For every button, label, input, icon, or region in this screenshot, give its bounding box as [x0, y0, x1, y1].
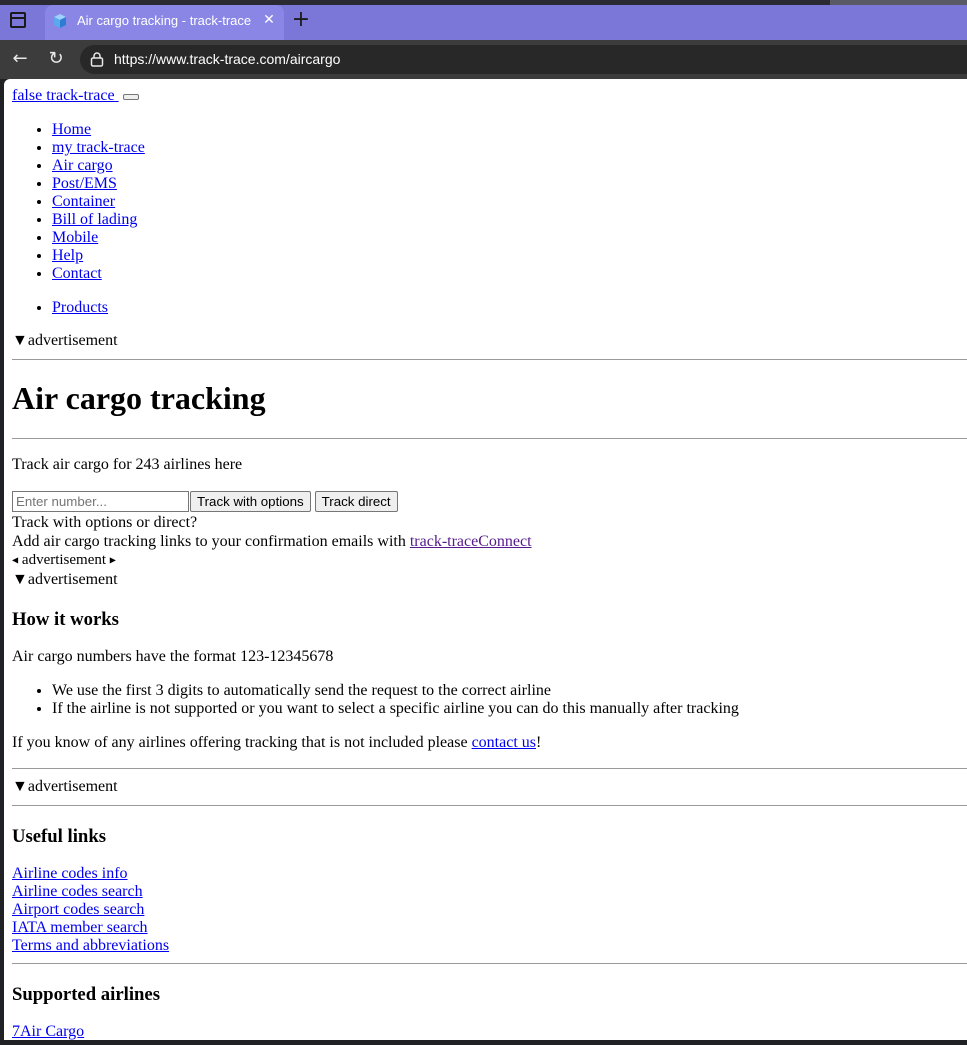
track-trace-connect-link[interactable]: track-traceConnect: [410, 533, 532, 550]
box-favicon-icon: [54, 14, 66, 28]
advertisement-toggle[interactable]: ▼advertisement: [12, 777, 967, 797]
ad-carousel-label: advertisement: [21, 552, 107, 568]
link-airport-codes-search[interactable]: Airport codes search: [12, 901, 967, 919]
nav-item-my-track-trace: my track-trace: [52, 139, 967, 157]
nav-link-contact[interactable]: Contact: [52, 265, 102, 282]
url-text[interactable]: https://www.track-trace.com/aircargo: [114, 51, 340, 67]
link-airline-codes-search[interactable]: Airline codes search: [12, 883, 967, 901]
secondary-nav: Products: [12, 299, 967, 317]
intro-text: Track air cargo for 243 airlines here: [12, 456, 243, 473]
list-item: If the airline is not supported or you w…: [52, 700, 967, 718]
page-content: false track-trace Home my track-trace Ai…: [12, 79, 967, 1040]
track-question: Track with options or direct?: [12, 514, 198, 531]
advertisement-toggle[interactable]: ▼advertisement: [12, 570, 967, 590]
nav-item-help: Help: [52, 247, 967, 265]
nav-item-post-ems: Post/EMS: [52, 175, 967, 193]
page-viewport: false track-trace Home my track-trace Ai…: [4, 79, 967, 1040]
contact-us-link[interactable]: contact us: [472, 734, 536, 751]
connect-prefix: Add air cargo tracking links to your con…: [12, 533, 410, 550]
nav-link-air-cargo[interactable]: Air cargo: [52, 157, 113, 174]
contact-prefix: If you know of any airlines offering tra…: [12, 733, 472, 751]
contact-text: If you know of any airlines offering tra…: [12, 734, 967, 752]
nav-link-container[interactable]: Container: [52, 193, 115, 210]
divider: [12, 962, 967, 964]
logo-alt-text: false track-trace: [12, 87, 115, 104]
nav-link-home[interactable]: Home: [52, 121, 91, 138]
advertisement-label: advertisement: [27, 777, 118, 795]
format-text: Air cargo numbers have the format 123-12…: [12, 647, 334, 665]
ad-carousel: ◀ advertisement ▶: [12, 551, 967, 570]
lock-icon[interactable]: [90, 52, 104, 67]
triangle-down-icon: ▼: [12, 570, 28, 588]
link-terms-and-abbreviations[interactable]: Terms and abbreviations: [12, 937, 967, 955]
nav-link-bill-of-lading[interactable]: Bill of lading: [52, 211, 137, 228]
nav-link-post-ems[interactable]: Post/EMS: [52, 175, 117, 192]
divider: [12, 767, 967, 769]
window-top-strip-right: [830, 0, 967, 5]
contact-suffix: !: [536, 733, 542, 751]
close-tab-icon[interactable]: ✕: [261, 11, 277, 29]
track-with-options-button[interactable]: Track with options: [190, 491, 311, 512]
nav-item-home: Home: [52, 121, 967, 139]
divider: [12, 804, 967, 806]
advertisement-label: advertisement: [27, 570, 118, 588]
link-iata-member-search[interactable]: IATA member search: [12, 919, 967, 937]
airline-link[interactable]: 7Air Cargo: [12, 1023, 967, 1040]
nav-item-air-cargo: Air cargo: [52, 157, 967, 175]
caret-left-icon[interactable]: ◀: [12, 556, 18, 565]
address-toolbar: ← ↻ https://www.track-trace.com/aircargo: [0, 40, 967, 79]
back-arrow-icon[interactable]: ←: [9, 48, 31, 70]
nav-link-mobile[interactable]: Mobile: [52, 229, 98, 246]
nav-link-my-track-trace[interactable]: my track-trace: [52, 139, 145, 156]
nav-item-contact: Contact: [52, 265, 967, 283]
nav-item-bill-of-lading: Bill of lading: [52, 211, 967, 229]
nav-item-products: Products: [52, 299, 967, 317]
tab-title: Air cargo tracking - track-trace: [77, 13, 252, 28]
page-title: Air cargo tracking: [12, 380, 266, 416]
track-direct-button[interactable]: Track direct: [314, 491, 398, 512]
triangle-down-icon: ▼: [12, 332, 28, 349]
useful-links-list: Airline codes info Airline codes search …: [12, 865, 967, 955]
tab-actions-icon[interactable]: [10, 12, 26, 28]
link-airline-codes-info[interactable]: Airline codes info: [12, 865, 967, 883]
divider: [12, 359, 967, 360]
main-nav: Home my track-trace Air cargo Post/EMS C…: [12, 121, 967, 283]
supported-airlines-heading: Supported airlines: [12, 983, 160, 1005]
triangle-down-icon: ▼: [12, 777, 28, 795]
logo-link[interactable]: false track-trace: [12, 87, 119, 104]
nav-link-products[interactable]: Products: [52, 299, 108, 316]
advertisement-toggle[interactable]: ▼advertisement: [12, 331, 967, 351]
address-bar[interactable]: https://www.track-trace.com/aircargo: [80, 45, 967, 74]
nav-link-help[interactable]: Help: [52, 247, 83, 264]
browser-tab[interactable]: Air cargo tracking - track-trace ✕: [45, 5, 284, 40]
new-tab-icon[interactable]: +: [291, 9, 311, 31]
list-item: We use the first 3 digits to automatical…: [52, 682, 967, 700]
advertisement-label: advertisement: [27, 332, 118, 349]
divider: [12, 438, 967, 439]
caret-right-icon[interactable]: ▶: [110, 556, 116, 565]
site-header: false track-trace: [12, 87, 967, 107]
reload-icon[interactable]: ↻: [45, 48, 67, 70]
how-it-works-heading: How it works: [12, 608, 119, 630]
useful-links-heading: Useful links: [12, 825, 106, 847]
supported-airlines-list: 7Air Cargo: [12, 1023, 967, 1040]
nav-item-container: Container: [52, 193, 967, 211]
how-it-works-list: We use the first 3 digits to automatical…: [12, 682, 967, 718]
connect-text: Add air cargo tracking links to your con…: [12, 532, 967, 551]
nav-toggle-button[interactable]: [122, 94, 139, 100]
tracking-number-input[interactable]: [12, 491, 189, 512]
nav-item-mobile: Mobile: [52, 229, 967, 247]
browser-tab-bar: Air cargo tracking - track-trace ✕ +: [0, 0, 967, 40]
tracking-form: Track with optionsTrack direct: [12, 491, 967, 512]
